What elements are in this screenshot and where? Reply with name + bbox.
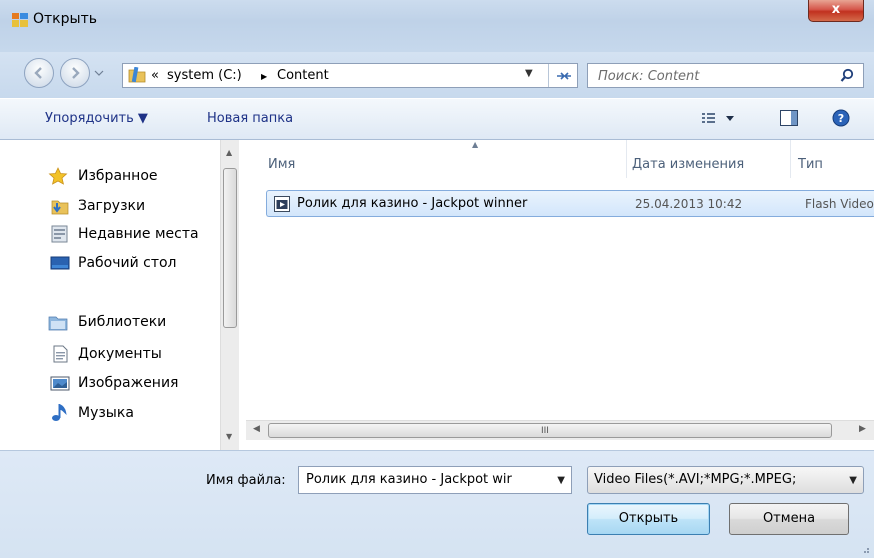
search-input[interactable] — [596, 66, 830, 86]
column-divider[interactable] — [626, 140, 627, 178]
column-header-date[interactable]: Дата изменения — [632, 157, 744, 172]
command-bar: Упорядочить ▼ Новая папка ? — [0, 98, 874, 140]
downloads-icon — [51, 200, 69, 215]
nav-desktop-label: Рабочий стол — [78, 255, 177, 271]
filename-label: Имя файла: — [206, 473, 286, 488]
nav-music-label: Музыка — [78, 405, 134, 421]
sort-ascending-icon: ▲ — [472, 140, 479, 149]
navigation-pane: Избранное Загрузки Недавние места Рабочи… — [0, 140, 245, 450]
help-icon[interactable]: ? — [832, 109, 850, 127]
forward-icon — [72, 67, 80, 79]
breadcrumb-separator[interactable]: ▶ — [261, 72, 267, 81]
video-file-icon — [274, 196, 290, 212]
chevron-down-icon[interactable]: ▼ — [849, 475, 857, 486]
window-title: Открыть — [33, 11, 97, 27]
nav-pane-scrollbar[interactable]: ▲ ▼ — [220, 140, 239, 450]
nav-scroll-thumb[interactable] — [223, 168, 237, 328]
history-dropdown-icon[interactable] — [94, 68, 104, 78]
dialog-footer: Имя файла: Ролик для казино - Jackpot wi… — [0, 450, 874, 558]
back-button[interactable] — [24, 58, 54, 88]
file-list: ▲ Имя Дата изменения Тип Ролик для казин… — [246, 140, 874, 450]
breadcrumb-content[interactable]: Content — [277, 68, 329, 83]
close-button[interactable]: x — [808, 0, 864, 22]
filename-combobox[interactable]: Ролик для казино - Jackpot wir ▼ — [298, 466, 572, 494]
scroll-down-icon[interactable]: ▼ — [226, 432, 232, 441]
title-bar[interactable]: Открыть x — [0, 0, 874, 52]
back-icon — [34, 67, 42, 79]
search-box — [587, 63, 864, 88]
file-name: Ролик для казино - Jackpot winner — [297, 196, 528, 211]
nav-libraries-label: Библиотеки — [78, 314, 167, 330]
cancel-button[interactable]: Отмена — [729, 503, 849, 535]
hscroll-grip: III — [541, 426, 549, 436]
filetype-value: Video Files(*.AVI;*MPG;*.MPEG; — [594, 472, 797, 487]
nav-pictures-label: Изображения — [78, 375, 179, 391]
resize-grip-icon[interactable] — [860, 544, 870, 554]
address-row: « system (C:) ▶ Content ▼ — [0, 52, 874, 98]
refresh-button[interactable] — [548, 64, 579, 87]
close-icon: x — [831, 2, 841, 17]
nav-favorites-label: Избранное — [78, 168, 158, 184]
file-date: 25.04.2013 10:42 — [635, 197, 743, 211]
open-file-dialog: Открыть x « system (C:) ▶ Content ▼ Поис… — [0, 0, 874, 558]
window-icon — [12, 13, 28, 27]
chevron-down-icon[interactable]: ▼ — [557, 475, 565, 486]
address-dropdown-icon[interactable]: ▼ — [525, 68, 533, 79]
nav-recent-places-label: Недавние места — [78, 226, 199, 242]
address-bar[interactable]: « system (C:) ▶ Content ▼ — [122, 63, 578, 88]
column-header-type[interactable]: Тип — [798, 157, 823, 172]
desktop-icon — [50, 256, 70, 270]
search-icon[interactable] — [840, 68, 854, 83]
file-type: Flash Video — [805, 197, 874, 211]
documents-icon — [53, 345, 68, 363]
star-icon — [48, 167, 68, 185]
breadcrumb-system-c[interactable]: system (C:) — [167, 68, 242, 83]
recent-places-icon — [51, 225, 68, 243]
pictures-icon — [50, 376, 70, 391]
scroll-right-icon[interactable]: ▶ — [859, 424, 866, 434]
views-icon[interactable] — [702, 112, 736, 126]
nav-downloads-label: Загрузки — [78, 198, 146, 214]
address-overflow[interactable]: « — [151, 68, 159, 83]
svg-text:?: ? — [838, 112, 844, 125]
preview-pane-icon[interactable] — [780, 110, 798, 126]
filetype-select[interactable]: Video Files(*.AVI;*MPG;*.MPEG; ▼ — [587, 466, 864, 494]
organize-menu[interactable]: Упорядочить ▼ — [45, 111, 148, 126]
file-row[interactable]: Ролик для казино - Jackpot winner 25.04.… — [266, 190, 874, 217]
column-divider[interactable] — [790, 140, 791, 178]
file-list-hscrollbar[interactable]: ◀ III ▶ — [246, 420, 874, 440]
hscroll-thumb[interactable]: III — [268, 423, 832, 438]
folder-icon — [128, 67, 146, 83]
open-button[interactable]: Открыть — [587, 503, 710, 535]
nav-documents-label: Документы — [78, 346, 162, 362]
forward-button[interactable] — [60, 58, 90, 88]
libraries-icon — [48, 316, 68, 331]
scroll-left-icon[interactable]: ◀ — [253, 424, 260, 434]
scroll-up-icon[interactable]: ▲ — [226, 148, 232, 157]
refresh-icon — [557, 72, 571, 80]
music-icon — [52, 404, 67, 421]
new-folder-button[interactable]: Новая папка — [207, 111, 293, 126]
column-header-name[interactable]: Имя — [268, 157, 295, 172]
filename-value[interactable]: Ролик для казино - Jackpot wir — [306, 472, 546, 487]
